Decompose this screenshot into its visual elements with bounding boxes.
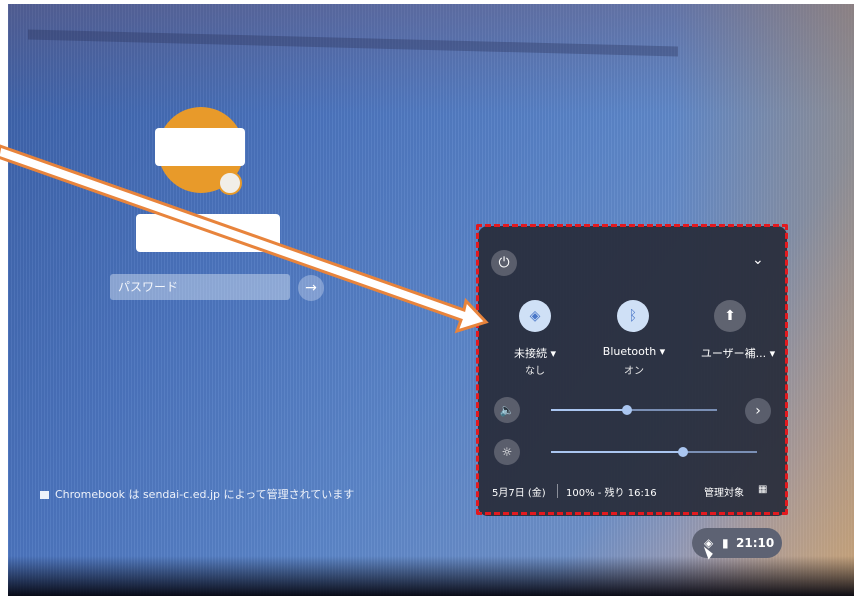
annotation-arrow-shape xyxy=(0,144,489,334)
clock-time: 21:10 xyxy=(736,536,775,550)
battery-icon: ▮ xyxy=(722,536,729,550)
annotation-arrow xyxy=(0,144,489,334)
